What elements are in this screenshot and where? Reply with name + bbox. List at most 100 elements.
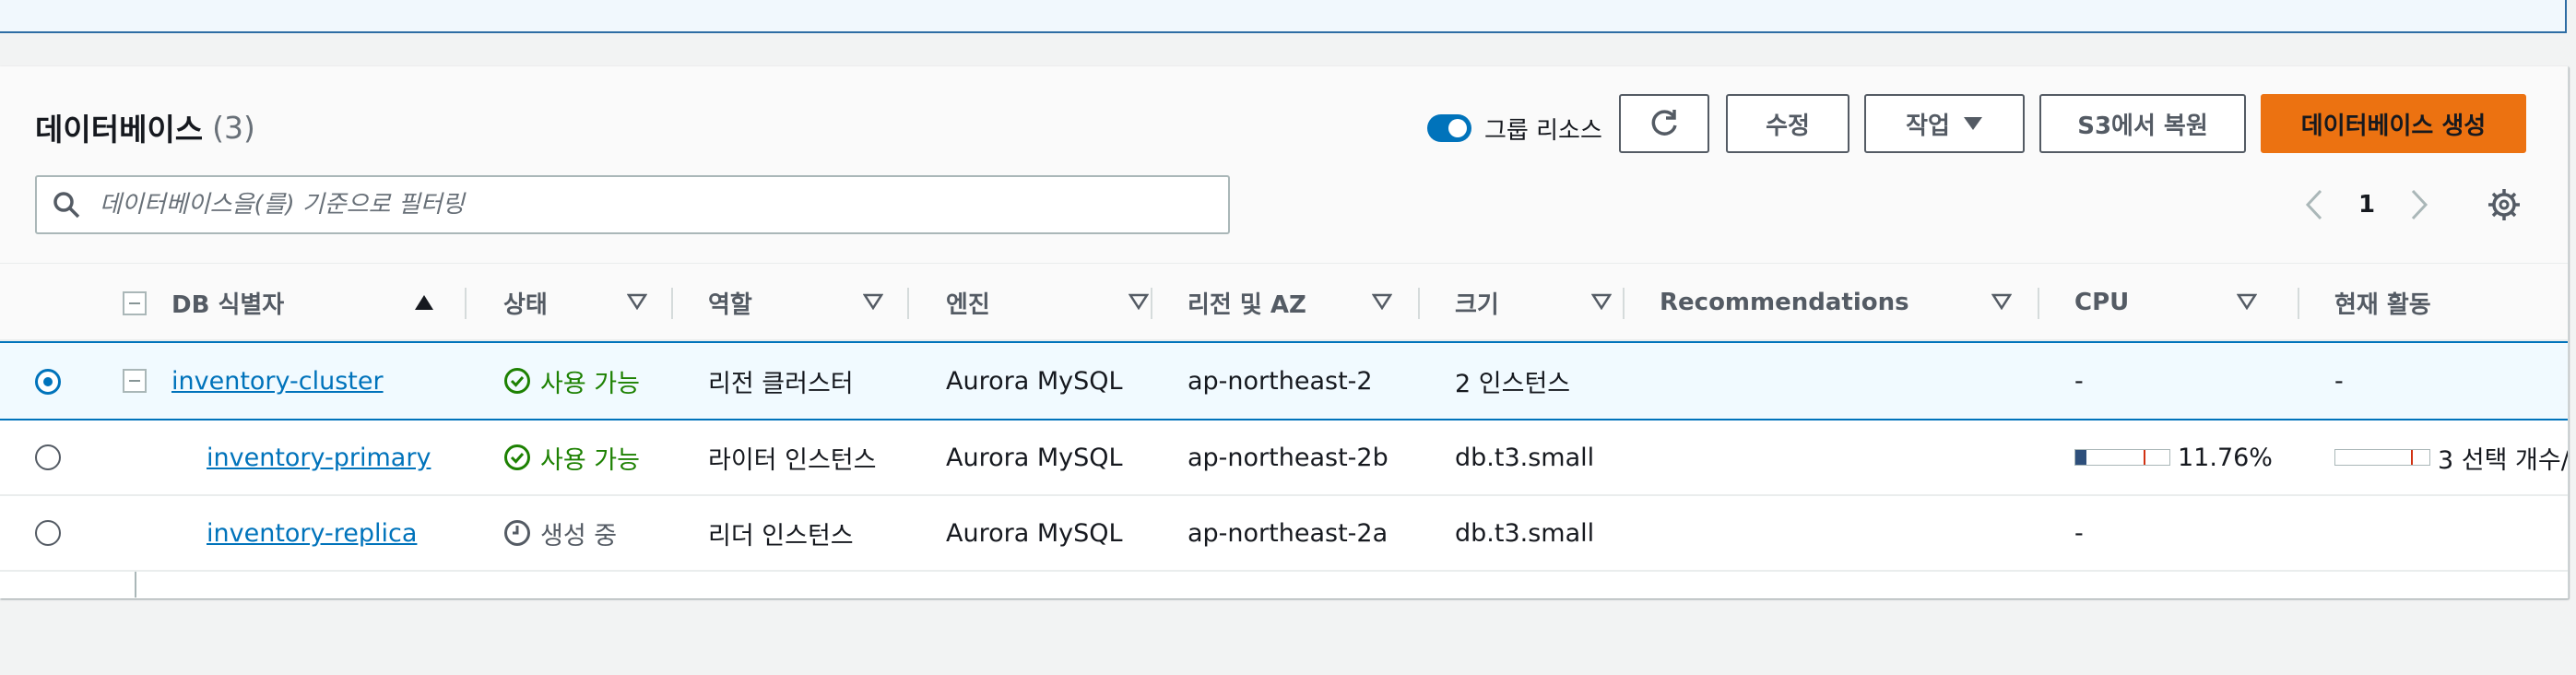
toggle-label: 그룹 리소스: [1484, 116, 1602, 145]
group-resources-toggle[interactable]: 그룹 리소스: [1427, 105, 1602, 151]
search-icon: [53, 192, 80, 219]
cpu-bar-fill: [2075, 450, 2086, 465]
status-ok-icon: [504, 444, 530, 470]
engine-cell: Aurora MySQL: [946, 443, 1123, 472]
region-cell: ap-northeast-2b: [1188, 443, 1388, 472]
activity-value: 3 선택 개수/초: [2438, 445, 2569, 475]
status-cell: 사용 가능: [503, 420, 640, 494]
chevron-right-icon[interactable]: [2410, 189, 2428, 220]
size-cell: db.t3.small: [1455, 443, 1595, 472]
chevron-left-icon[interactable]: [2305, 189, 2323, 220]
db-identifier-cell[interactable]: inventory-primary: [207, 420, 431, 494]
title-count: (3): [212, 109, 255, 146]
sort-icon: [2237, 293, 2257, 310]
role-cell: 라이터 인스턴스: [708, 445, 877, 475]
cpu-bar-threshold: [2144, 450, 2145, 465]
db-identifier-link[interactable]: inventory-replica: [207, 519, 417, 548]
size-cell: db.t3.small: [1455, 518, 1595, 548]
status-text: 생성 중: [540, 521, 618, 551]
actions-label: 작업: [1906, 112, 1950, 140]
activity-cell: 3 선택 개수/초: [2334, 420, 2569, 494]
table-row[interactable]: inventory-cluster 사용 가능 리전 클러스터 Aurora M…: [0, 341, 2568, 420]
size-cell: 2 인스턴스: [1455, 369, 1571, 398]
activity-bar: [2334, 449, 2430, 466]
title-text: 데이터베이스: [35, 112, 204, 148]
sort-icon: [1991, 293, 2012, 310]
actions-dropdown[interactable]: 작업: [1864, 94, 2025, 153]
col-status[interactable]: 상태: [503, 264, 673, 341]
gear-icon[interactable]: [2486, 186, 2523, 223]
col-region-az[interactable]: 리전 및 AZ: [1188, 264, 1418, 341]
sort-icon: [1591, 293, 1612, 310]
region-cell: ap-northeast-2: [1188, 366, 1373, 396]
modify-button[interactable]: 수정: [1726, 94, 1849, 153]
restore-label: S3에서 복원: [2077, 112, 2208, 140]
page-number[interactable]: 1: [2358, 191, 2375, 219]
col-label: DB 식별자: [171, 290, 285, 319]
db-identifier-link[interactable]: inventory-cluster: [171, 367, 384, 396]
toggle-switch[interactable]: [1427, 114, 1471, 142]
column-separator: [1418, 288, 1420, 319]
sort-icon: [1128, 293, 1149, 310]
col-label: 역할: [708, 290, 752, 319]
col-label: 상태: [503, 290, 548, 319]
sort-icon: [863, 293, 883, 310]
column-separator: [1151, 288, 1152, 319]
col-db-identifier[interactable]: DB 식별자: [171, 264, 461, 341]
col-role[interactable]: 역할: [708, 264, 909, 341]
cpu-cell: 11.76%: [2074, 420, 2273, 494]
db-identifier-cell[interactable]: inventory-cluster: [171, 343, 384, 419]
table-header: DB 식별자 상태 역할 엔진 리전 및 AZ 크기 Recommendatio…: [0, 264, 2568, 341]
col-label: 엔진: [946, 290, 990, 319]
collapse-row-icon[interactable]: [123, 369, 147, 393]
collapse-all-icon[interactable]: [123, 291, 147, 315]
activity-cell: -: [2334, 366, 2344, 396]
sort-asc-icon: [415, 295, 433, 310]
row-radio[interactable]: [35, 520, 61, 546]
refresh-icon: [1651, 110, 1677, 136]
sort-icon: [1372, 293, 1392, 310]
status-ok-icon: [504, 368, 530, 394]
column-separator: [907, 288, 909, 319]
col-label: Recommendations: [1660, 289, 1909, 316]
col-current-activity[interactable]: 현재 활동: [2334, 264, 2568, 341]
engine-cell: Aurora MySQL: [946, 518, 1123, 548]
cpu-bar: [2074, 449, 2170, 466]
column-separator: [1623, 288, 1625, 319]
activity-bar-threshold: [2411, 450, 2413, 465]
create-database-button[interactable]: 데이터베이스 생성: [2261, 94, 2526, 153]
filter-search[interactable]: [35, 175, 1230, 234]
column-separator: [465, 288, 467, 319]
db-identifier-link[interactable]: inventory-primary: [207, 444, 431, 472]
filter-input[interactable]: [100, 191, 1206, 219]
col-cpu[interactable]: CPU: [2074, 264, 2283, 341]
row-radio[interactable]: [35, 444, 61, 470]
column-separator: [2298, 288, 2299, 319]
col-label: 리전 및 AZ: [1188, 290, 1306, 319]
create-label: 데이터베이스 생성: [2300, 112, 2487, 140]
db-identifier-cell[interactable]: inventory-replica: [207, 496, 417, 570]
row-radio[interactable]: [35, 369, 61, 395]
cpu-value: 11.76%: [2178, 443, 2273, 472]
pagination: 1: [2305, 179, 2428, 231]
restore-from-s3-button[interactable]: S3에서 복원: [2039, 94, 2246, 153]
role-cell: 리더 인스턴스: [708, 521, 854, 551]
clock-icon: [504, 520, 530, 546]
refresh-button[interactable]: [1619, 94, 1709, 153]
databases-panel: 데이터베이스 (3) 그룹 리소스 수정 작업 S3에서 복원 데이터베이스 생…: [0, 66, 2569, 598]
table-row[interactable]: inventory-primary 사용 가능 라이터 인스턴스 Aurora …: [0, 420, 2568, 496]
col-recommendations[interactable]: Recommendations: [1660, 264, 2038, 341]
column-separator: [671, 288, 673, 319]
status-text: 사용 가능: [540, 369, 640, 398]
col-label: 현재 활동: [2334, 290, 2431, 319]
status-cell: 생성 중: [503, 496, 617, 570]
caret-down-icon: [1963, 117, 1982, 130]
table-row[interactable]: inventory-replica 생성 중 리더 인스턴스 Aurora My…: [0, 496, 2568, 572]
sort-icon: [627, 293, 647, 310]
col-engine[interactable]: 엔진: [946, 264, 1175, 341]
column-separator: [2038, 288, 2039, 319]
col-size[interactable]: 크기: [1455, 264, 1637, 341]
modify-label: 수정: [1766, 112, 1810, 140]
page-title: 데이터베이스 (3): [35, 100, 255, 155]
status-cell: 사용 가능: [503, 343, 640, 419]
